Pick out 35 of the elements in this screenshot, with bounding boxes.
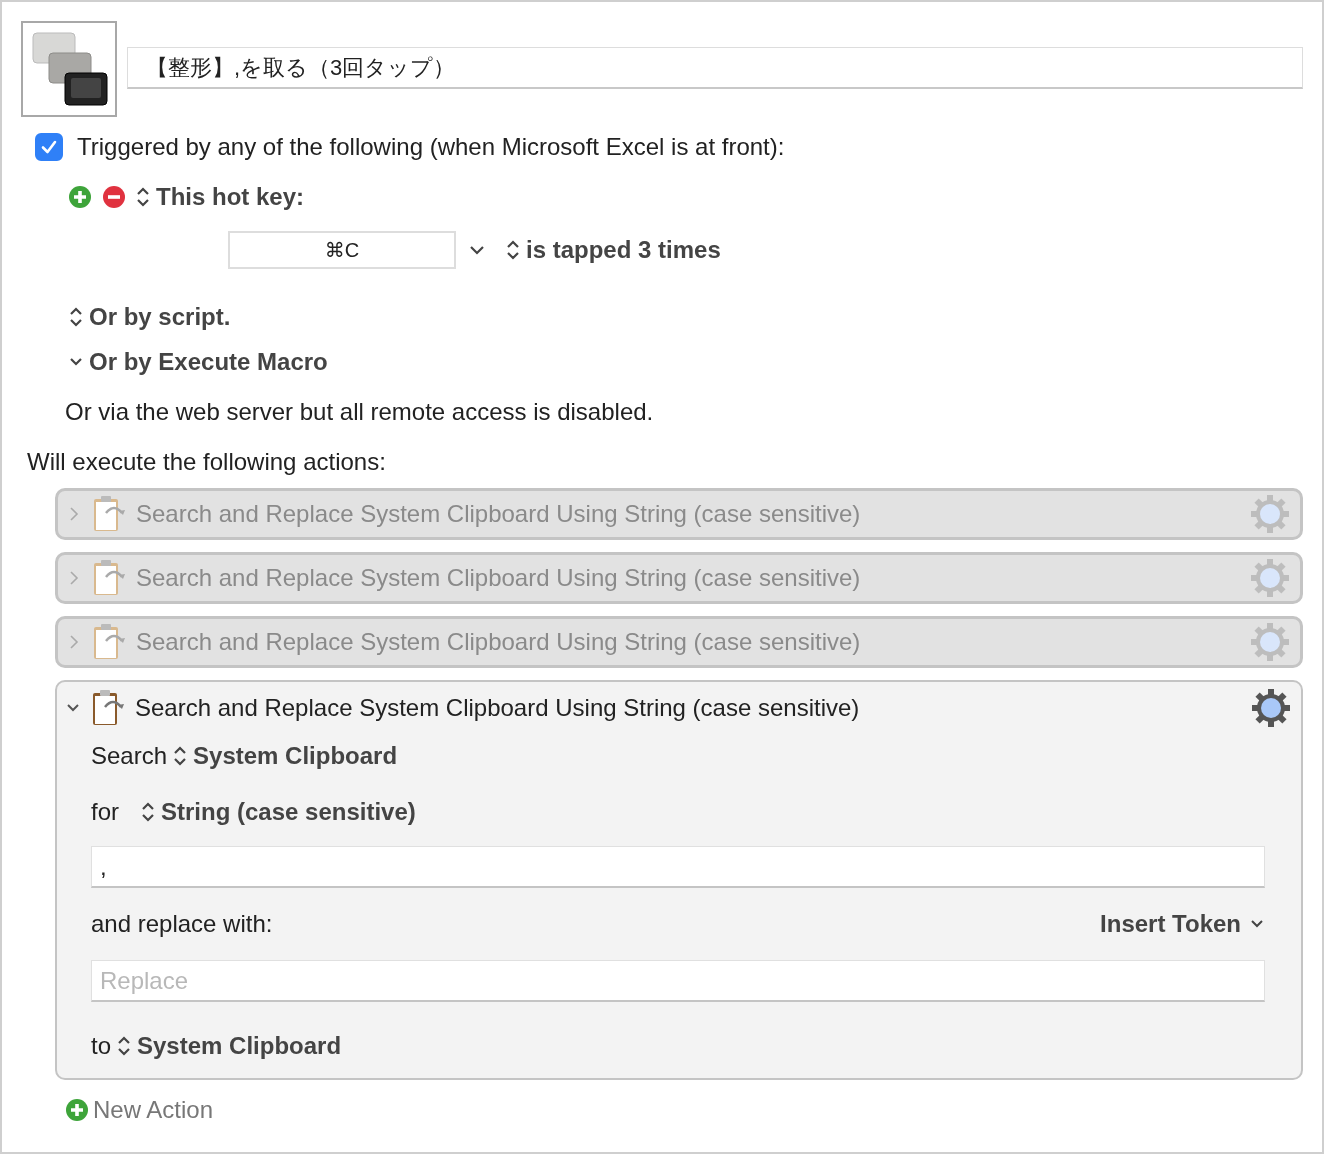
trigger-type-popup[interactable]: This hot key: <box>136 183 305 211</box>
up-down-icon <box>136 186 150 208</box>
action-title[interactable]: Search and Replace System Clipboard Using String (case sensitive) <box>135 694 1251 722</box>
trigger-disclosure[interactable]: Or by Execute Macro <box>69 348 328 376</box>
macro-name-field[interactable]: 【整形】,を取る（3回タップ） <box>127 47 1303 89</box>
match-mode-popup[interactable]: String (case sensitive) <box>141 798 416 826</box>
trigger-checkbox[interactable] <box>35 133 63 161</box>
chevron-down-icon <box>1249 918 1265 930</box>
keys-stack-icon[interactable] <box>21 21 117 117</box>
hot-key-field[interactable]: ⌘C <box>228 231 456 269</box>
replace-label: and replace with: <box>91 910 273 938</box>
chevron-down-icon[interactable] <box>468 244 486 256</box>
tap-count-popup[interactable]: is tapped 3 times <box>506 236 721 264</box>
up-down-icon <box>69 306 83 328</box>
remove-icon[interactable] <box>102 185 126 209</box>
add-icon <box>65 1098 89 1122</box>
insert-token-menu[interactable]: Insert Token <box>1100 910 1265 938</box>
search-source-popup[interactable]: System Clipboard <box>173 742 398 770</box>
search-field[interactable]: , <box>91 846 1265 888</box>
add-icon[interactable] <box>68 185 92 209</box>
up-down-icon <box>173 745 188 767</box>
for-label: for <box>91 798 119 826</box>
trigger-label: Triggered by any of the following (when Microsoft Excel is at front): <box>77 133 785 161</box>
actions-heading: Will execute the following actions: <box>27 448 386 476</box>
to-label: to <box>91 1032 111 1060</box>
up-down-icon <box>506 239 520 261</box>
up-down-icon <box>117 1035 131 1057</box>
web-server-note: Or via the web server but all remote access is disabled. <box>65 398 654 426</box>
search-label: Search <box>91 742 168 770</box>
up-down-icon <box>141 801 155 823</box>
trigger-popup[interactable]: Or by script. <box>69 303 231 331</box>
new-action-button[interactable]: New Action <box>65 1096 214 1124</box>
gear-icon[interactable] <box>1251 688 1291 728</box>
replace-field[interactable]: Replace <box>91 960 1265 1002</box>
destination-popup[interactable]: System Clipboard <box>117 1032 342 1060</box>
